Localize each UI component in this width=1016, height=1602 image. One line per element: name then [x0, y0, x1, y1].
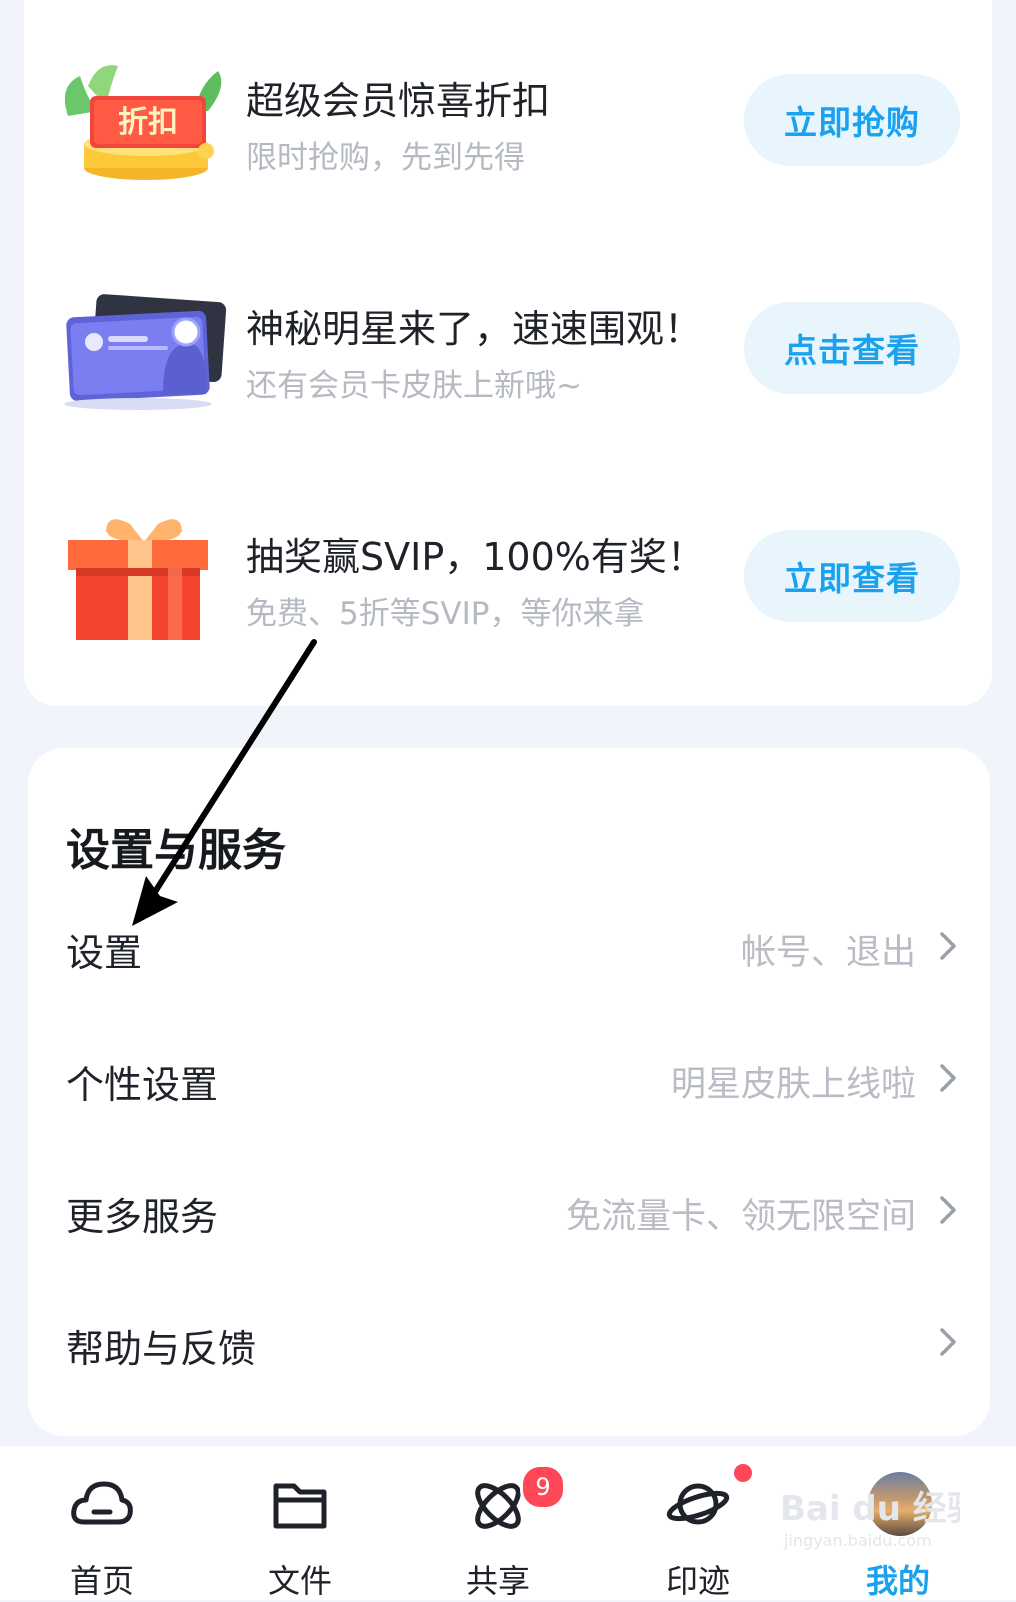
promo-card: 折扣 超级会员惊喜折扣 限时抢购，先到先得 立即抢购 神秘明星来了，速速围观！ …	[24, 0, 992, 706]
planet-icon	[666, 1483, 730, 1525]
footprint-dot-badge	[734, 1464, 752, 1482]
promo-row-star[interactable]: 神秘明星来了，速速围观！ 还有会员卡皮肤上新哦~ 点击查看	[24, 276, 992, 426]
cloud-icon	[71, 1481, 133, 1525]
section-title: 设置与服务	[66, 825, 286, 876]
promo-title: 抽奖赢SVIP，100%有奖！	[246, 535, 705, 579]
personalization-label: 个性设置	[66, 1063, 219, 1107]
member-card-illustration	[64, 294, 227, 410]
promo-row-discount[interactable]: 折扣 超级会员惊喜折扣 限时抢购，先到先得 立即抢购	[24, 48, 992, 198]
tab-label: 印迹	[665, 1562, 730, 1600]
settings-hint: 帐号、退出	[740, 933, 916, 973]
more-services-hint: 免流量卡、领无限空间	[565, 1197, 916, 1237]
avatar	[868, 1472, 932, 1536]
promo-title: 超级会员惊喜折扣	[246, 79, 551, 123]
share-badge: 9	[520, 1464, 566, 1510]
gift-box-icon	[68, 519, 208, 640]
promo-subtitle: 限时抢购，先到先得	[246, 140, 525, 176]
discount-tag: 折扣	[118, 105, 178, 140]
bottom-tab-bar: 首页 文件 9 共享 印迹 我的	[0, 1446, 1016, 1600]
tab-footprint[interactable]: 印迹	[638, 1446, 758, 1600]
tab-files[interactable]: 文件	[240, 1446, 360, 1600]
personalization-hint: 明星皮肤上线啦	[670, 1065, 916, 1105]
buy-now-button[interactable]: 立即抢购	[744, 74, 960, 166]
more-services-row[interactable]: 更多服务 免流量卡、领无限空间	[28, 1160, 990, 1260]
chevron-right-icon	[940, 1064, 956, 1092]
discount-illustration: 折扣	[64, 65, 222, 180]
tab-label: 共享	[465, 1562, 530, 1600]
chevron-right-icon	[940, 1328, 956, 1356]
tab-label: 首页	[69, 1562, 134, 1600]
settings-services-card: 设置与服务 设置 帐号、退出 个性设置 明星皮肤上线啦 更多服务 免流量卡、领无…	[28, 748, 990, 1436]
promo-subtitle: 还有会员卡皮肤上新哦~	[246, 368, 582, 404]
tab-label: 我的	[865, 1562, 930, 1600]
help-feedback-row[interactable]: 帮助与反馈	[28, 1292, 990, 1392]
view-now-button[interactable]: 点击查看	[744, 302, 960, 394]
tab-home[interactable]: 首页	[42, 1446, 162, 1600]
settings-row[interactable]: 设置 帐号、退出	[28, 896, 990, 996]
chevron-right-icon	[940, 1196, 956, 1224]
tab-mine[interactable]: 我的	[838, 1446, 958, 1600]
chevron-right-icon	[940, 932, 956, 960]
promo-row-lottery[interactable]: 抽奖赢SVIP，100%有奖！ 免费、5折等SVIP，等你来拿 立即查看	[24, 504, 992, 654]
tab-share[interactable]: 9 共享	[438, 1446, 566, 1600]
tab-label: 文件	[267, 1562, 332, 1600]
personalization-row[interactable]: 个性设置 明星皮肤上线啦	[28, 1028, 990, 1128]
settings-label: 设置	[66, 931, 143, 975]
check-now-button[interactable]: 立即查看	[744, 530, 960, 622]
promo-subtitle: 免费、5折等SVIP，等你来拿	[246, 596, 645, 632]
more-services-label: 更多服务	[66, 1195, 219, 1239]
help-feedback-label: 帮助与反馈	[66, 1327, 257, 1371]
promo-title: 神秘明星来了，速速围观！	[246, 307, 703, 351]
folder-icon	[273, 1483, 327, 1529]
